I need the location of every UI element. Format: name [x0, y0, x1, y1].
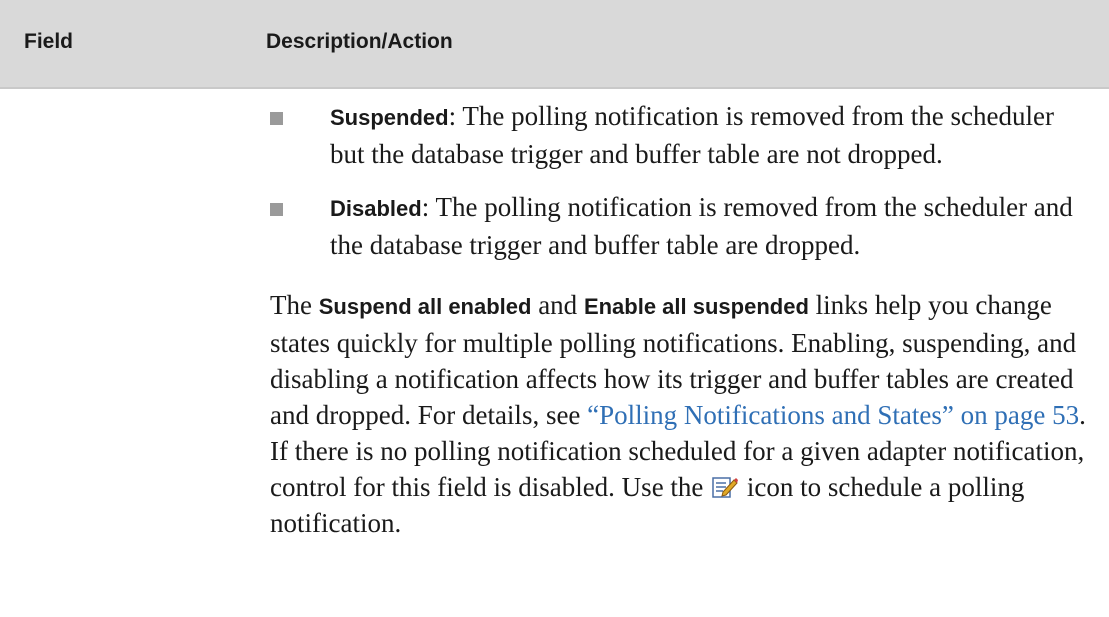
bullet-text-disabled: : The polling notification is removed fr…: [330, 192, 1073, 260]
term-enable-all-suspended: Enable all suspended: [583, 294, 809, 319]
term-suspend-all-enabled: Suspend all enabled: [318, 294, 532, 319]
term-suspended: Suspended: [330, 105, 449, 130]
table-header: Field Description/Action: [0, 0, 1109, 89]
list-item-suspended: Suspended: The polling notification is r…: [270, 98, 1090, 172]
bullet-square-icon: [270, 203, 283, 216]
edit-schedule-icon: [712, 472, 739, 498]
description-column-header: Description/Action: [266, 30, 453, 53]
bullet-square-icon: [270, 112, 283, 125]
para-text-2: and: [531, 290, 584, 320]
description-cell: Suspended : The polling notification is r…: [270, 90, 1090, 541]
list-item-disabled: Disabled: The polling notification is re…: [270, 189, 1090, 263]
field-column-header: Field: [24, 30, 74, 53]
polling-states-link[interactable]: “Polling Notifications and States” on pa…: [587, 400, 1079, 430]
term-disabled: Disabled: [330, 196, 422, 221]
description-paragraph: The Suspend all enabled and Enable all s…: [270, 287, 1090, 541]
para-text-1: The: [270, 290, 319, 320]
document-page: Field Description/Action Suspended : The …: [0, 0, 1109, 617]
